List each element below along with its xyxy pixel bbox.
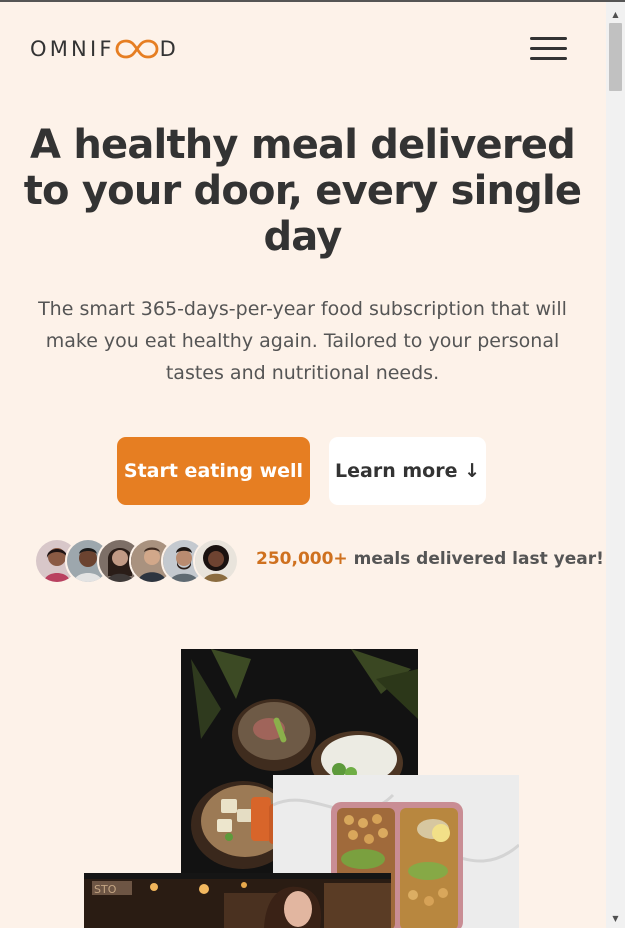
window-top-border — [0, 0, 625, 2]
customer-avatar — [193, 538, 239, 584]
restaurant-woman-photo: STO — [84, 873, 391, 928]
learn-more-button[interactable]: Learn more ↓ — [329, 437, 486, 505]
hero-title: A healthy meal delivered to your door, e… — [23, 122, 582, 260]
scroll-down-arrow-icon[interactable]: ▼ — [606, 912, 625, 926]
meals-delivered-text: 250,000+ meals delivered last year! — [256, 549, 604, 569]
meals-count: 250,000+ — [256, 549, 348, 569]
meals-label: meals delivered last year! — [347, 549, 604, 569]
omnifood-logo[interactable]: OMNIF D — [30, 36, 179, 62]
logo-text-left: OMNIF — [30, 37, 115, 61]
scrollbar-thumb[interactable] — [609, 23, 622, 91]
hamburger-menu-icon[interactable] — [530, 37, 568, 61]
vertical-scrollbar[interactable]: ▲ ▼ — [606, 2, 625, 928]
svg-text:STO: STO — [94, 883, 117, 896]
start-eating-well-button[interactable]: Start eating well — [117, 437, 310, 505]
infinity-logo-icon — [115, 39, 159, 59]
logo-text-right: D — [159, 37, 180, 61]
hero-description: The smart 365-days-per-year food subscri… — [38, 298, 567, 384]
scroll-up-arrow-icon[interactable]: ▲ — [606, 8, 625, 22]
